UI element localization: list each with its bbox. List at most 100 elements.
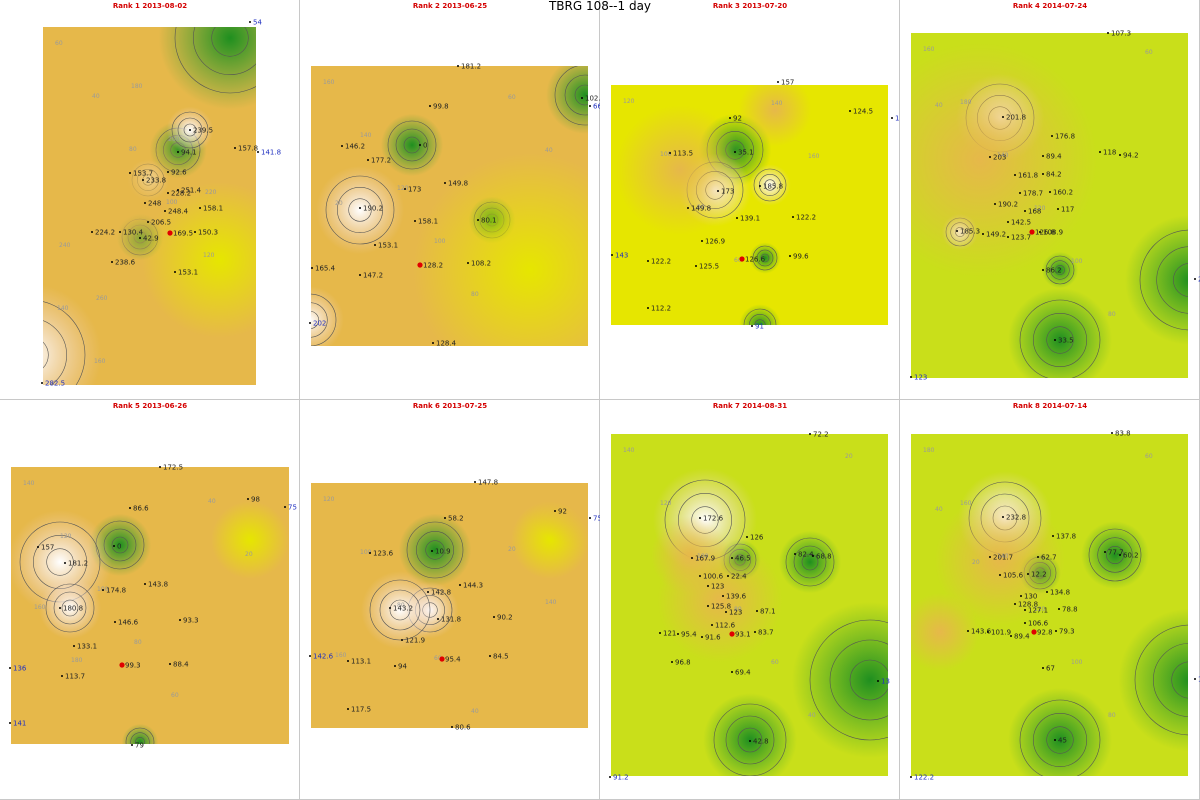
station-value-label: 100.6: [703, 573, 724, 581]
station-value-label: 68.8: [816, 553, 832, 561]
station-value-label: 42.9: [143, 235, 159, 243]
station-marker: [64, 562, 66, 564]
station-marker: [414, 220, 416, 222]
station-value-label: 185.3: [960, 228, 980, 236]
contour-label: 60: [1145, 49, 1153, 56]
station-marker: [849, 110, 851, 112]
contour-map: 1201008060140160157124.51092113.535.1173…: [611, 79, 900, 331]
station-value-label: 72.2: [813, 431, 829, 439]
station-value-label: 106.6: [1028, 620, 1049, 628]
station-value-label: 91.2: [613, 774, 629, 782]
target-station-marker: [1031, 629, 1037, 635]
contour-label: 240: [59, 242, 71, 249]
station-marker: [1002, 116, 1004, 118]
station-marker: [91, 231, 93, 233]
station-marker: [61, 675, 63, 677]
station-value-label: 86.2: [1046, 267, 1062, 275]
station-marker: [359, 274, 361, 276]
station-marker: [147, 221, 149, 223]
station-marker: [1051, 135, 1053, 137]
contour-label: 40: [935, 506, 943, 513]
station-value-label: 113.5: [673, 150, 693, 158]
station-marker: [1024, 622, 1026, 624]
contour-label: 160: [34, 604, 46, 611]
contour-label: 180: [71, 657, 83, 664]
station-marker: [419, 144, 421, 146]
green-zone: [778, 530, 842, 594]
station-marker: [129, 172, 131, 174]
station-marker: [164, 210, 166, 212]
station-marker: [751, 325, 753, 327]
maps-grid: 60 40 80 100 120 140 160 180 200 220 240 260 54 141.8…: [0, 0, 1200, 800]
station-value-label: 143.8: [148, 581, 168, 589]
station-marker: [444, 517, 446, 519]
station-marker: [249, 21, 251, 23]
station-marker: [489, 655, 491, 657]
station-marker: [119, 231, 121, 233]
station-value-label: 54: [253, 19, 262, 27]
station-marker: [707, 585, 709, 587]
orange-zone: [738, 85, 812, 147]
station-value-label: 149.2: [986, 231, 1006, 239]
station-value-label: 144.3: [463, 582, 483, 590]
station-marker: [707, 605, 709, 607]
station-value-label: 113.1: [351, 658, 371, 666]
station-value-label: 46.5: [735, 555, 751, 563]
target-station-marker: [167, 230, 173, 236]
station-value-label: 157: [41, 544, 54, 552]
station-value-label: 75: [593, 515, 600, 523]
station-value-label: 12.2: [1031, 571, 1047, 579]
station-value-label: 94.2: [1123, 152, 1139, 160]
station-marker: [725, 611, 727, 613]
station-marker: [717, 190, 719, 192]
contour-label: 80: [1108, 311, 1116, 318]
station-marker: [367, 159, 369, 161]
station-value-label: 99.3: [125, 662, 141, 670]
station-value-label: 84.2: [1046, 171, 1062, 179]
station-marker: [174, 271, 176, 273]
station-marker: [554, 510, 556, 512]
station-value-label: 10.9: [435, 548, 451, 556]
contour-map: 160 140 120 100 80 60 40 20 181.2 102.466 99.8 146.…: [309, 63, 600, 348]
station-marker: [374, 244, 376, 246]
target-station-marker: [439, 656, 445, 662]
map-panel-rank-3: 1201008060140160157124.51092113.535.1173…: [600, 0, 900, 400]
station-marker: [1019, 192, 1021, 194]
station-marker: [1054, 339, 1056, 341]
station-value-label: 62.7: [1041, 554, 1057, 562]
station-marker: [989, 156, 991, 158]
station-marker: [699, 575, 701, 577]
station-value-label: 84.5: [493, 653, 509, 661]
station-value-label: 143.2: [393, 605, 413, 613]
station-marker: [967, 630, 969, 632]
station-value-label: 127.1: [1028, 607, 1048, 615]
station-value-label: 142.6: [313, 653, 334, 661]
station-marker: [432, 342, 434, 344]
station-value-label: 117.5: [351, 706, 371, 714]
station-marker: [1058, 608, 1060, 610]
station-value-label: 158.1: [418, 218, 438, 226]
contour-label: 20: [508, 546, 516, 553]
contour-label: 260: [96, 295, 108, 302]
station-marker: [427, 591, 429, 593]
station-value-label: 206.5: [151, 219, 171, 227]
station-value-label: 126: [750, 534, 764, 542]
station-value-label: 248: [148, 200, 161, 208]
station-marker: [144, 202, 146, 204]
station-value-label: 131.8: [441, 616, 461, 624]
station-marker: [131, 744, 133, 746]
station-marker: [467, 262, 469, 264]
station-marker: [999, 574, 1001, 576]
station-marker: [1055, 630, 1057, 632]
station-marker: [987, 631, 989, 633]
contour-label: 20: [845, 453, 853, 460]
station-marker: [789, 255, 791, 257]
contour-label: 140: [545, 599, 557, 606]
station-marker: [1010, 635, 1012, 637]
station-value-label: 165.4: [315, 265, 336, 273]
station-value-label: 86.6: [133, 505, 149, 513]
station-marker: [431, 550, 433, 552]
station-value-label: 113.7: [65, 673, 85, 681]
station-marker: [792, 216, 794, 218]
station-value-label: 87.1: [760, 608, 776, 616]
